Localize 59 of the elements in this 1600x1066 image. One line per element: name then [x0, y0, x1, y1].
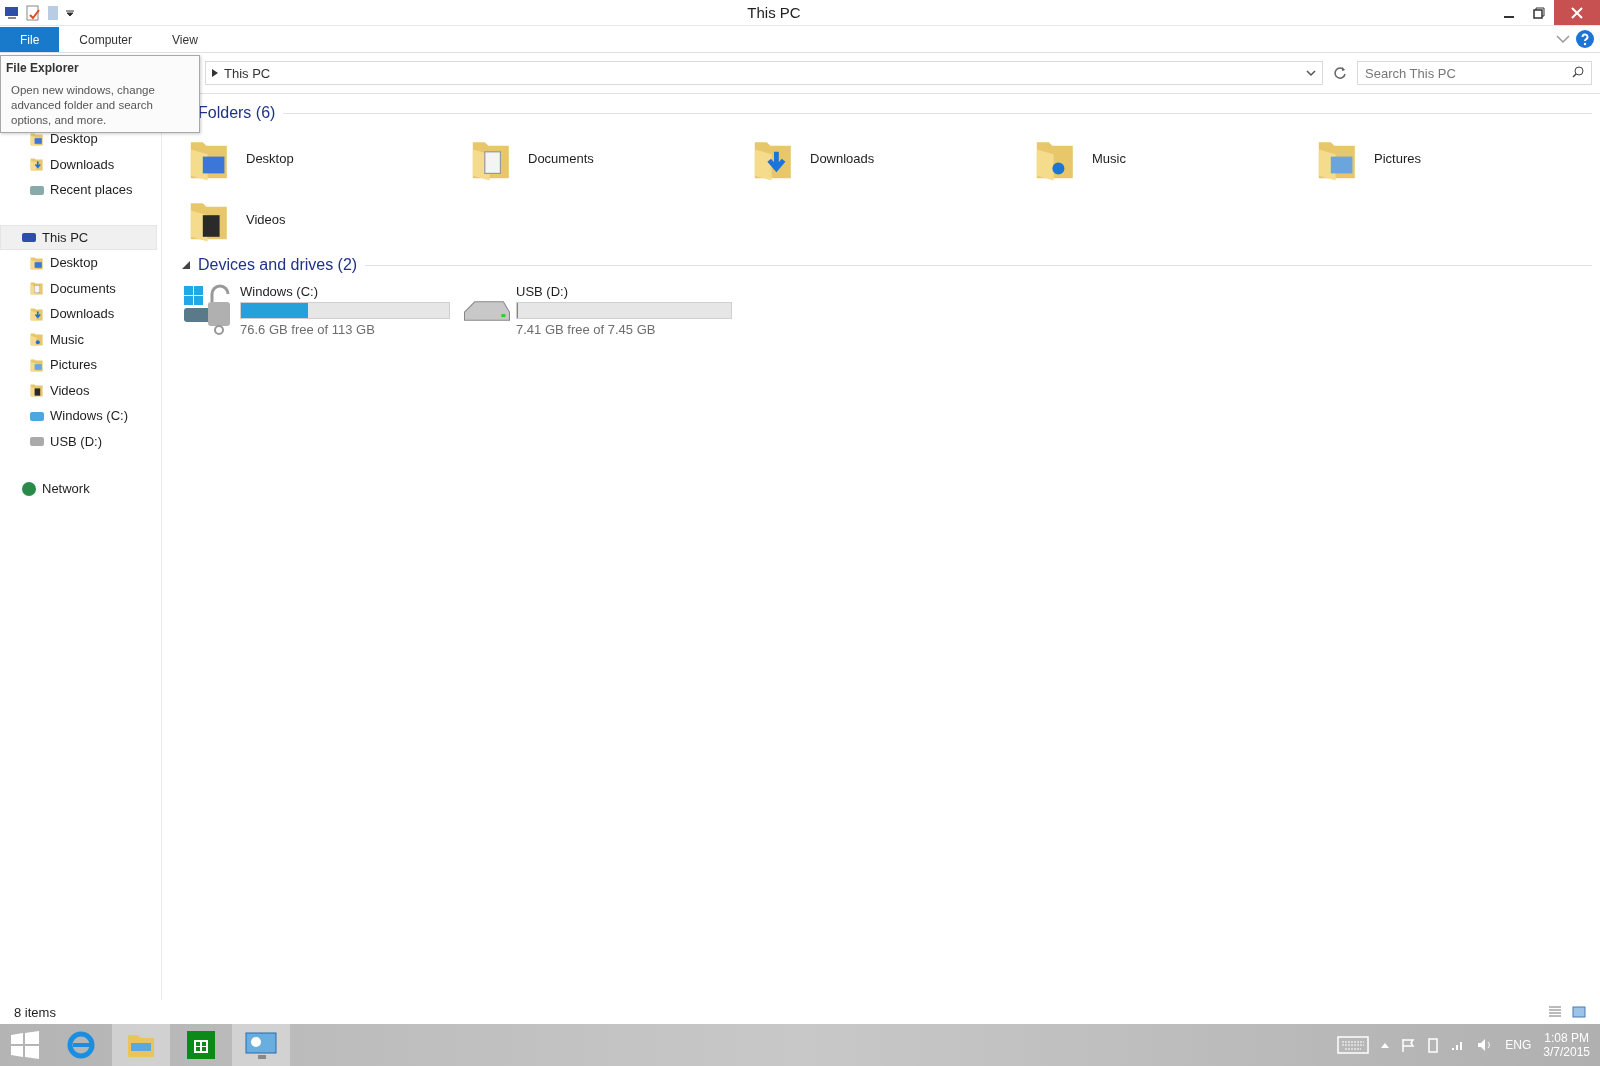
- nav-item[interactable]: Music: [0, 326, 157, 352]
- close-button[interactable]: [1554, 0, 1600, 25]
- search-icon: [1572, 66, 1584, 78]
- close-icon[interactable]: [1571, 6, 1583, 19]
- nav-item[interactable]: Desktop: [0, 126, 157, 152]
- flag-icon[interactable]: [1401, 1038, 1416, 1052]
- folder-tile[interactable]: Videos: [182, 189, 464, 250]
- refresh-icon[interactable]: [1333, 66, 1347, 80]
- search-field[interactable]: Search This PC: [1357, 61, 1592, 85]
- help-icon[interactable]: [1576, 30, 1594, 48]
- drive-tile[interactable]: Windows (C:) 76.6 GB free of 113 GB: [182, 284, 450, 337]
- address-bar[interactable]: This PC: [205, 61, 1323, 85]
- downloads-folder-icon: [29, 156, 45, 173]
- chevron-up-icon[interactable]: [1381, 1042, 1390, 1048]
- nav-item[interactable]: Downloads: [0, 151, 157, 177]
- item-count: 8 items: [14, 1004, 56, 1020]
- details-view-icon[interactable]: [1548, 1005, 1562, 1019]
- window-title: This PC: [746, 4, 802, 21]
- nav-item[interactable]: Pictures: [0, 352, 157, 378]
- restore-icon[interactable]: [1533, 6, 1545, 19]
- nav-item[interactable]: Desktop: [0, 250, 157, 276]
- pictures-folder-icon: [29, 356, 45, 373]
- folder-tile[interactable]: Documents: [464, 128, 746, 189]
- nav-item[interactable]: Videos: [0, 377, 157, 403]
- taskbar-app[interactable]: [232, 1024, 290, 1066]
- nav-item[interactable]: Recent places: [0, 177, 157, 203]
- nav-item[interactable]: Downloads: [0, 301, 157, 327]
- chevron-down-icon[interactable]: [1306, 69, 1316, 77]
- group-header[interactable]: Devices and drives (2): [198, 256, 358, 274]
- folder-tile[interactable]: Desktop: [182, 128, 464, 189]
- nav-item[interactable]: Network: [0, 476, 157, 502]
- folder-tile[interactable]: Music: [1028, 128, 1310, 189]
- desktop-folder-icon: [29, 254, 45, 271]
- nav-item[interactable]: USB (D:): [0, 428, 157, 454]
- ribbon-tab[interactable]: File: [0, 27, 60, 52]
- tooltip-text: Open new windows, change advanced folder and search options, and more.: [10, 83, 156, 128]
- tooltip-title: File Explorer: [6, 61, 80, 75]
- breadcrumb[interactable]: This PC: [224, 65, 271, 81]
- windows-logo-icon[interactable]: [10, 1030, 40, 1060]
- folder-tile[interactable]: Pictures: [1310, 128, 1592, 189]
- music-folder-icon: [29, 331, 45, 348]
- downloads-folder-icon: [29, 305, 45, 322]
- drive-tile[interactable]: USB (D:) 7.41 GB free of 7.45 GB: [464, 284, 732, 337]
- dropdown-icon[interactable]: [66, 8, 74, 17]
- ribbon-tab[interactable]: View: [152, 27, 218, 52]
- desktop-folder-icon: [29, 130, 45, 147]
- nav-item[interactable]: This PC: [0, 224, 157, 250]
- chevron-right-icon: [212, 69, 218, 77]
- large-icons-view-icon[interactable]: [1572, 1005, 1586, 1019]
- browser-icon: [65, 1029, 97, 1061]
- control-panel-icon: [244, 1029, 278, 1061]
- collapse-icon[interactable]: [182, 261, 190, 269]
- properties-icon[interactable]: [26, 4, 40, 21]
- documents-folder-icon: [29, 280, 45, 297]
- folder-tile[interactable]: Downloads: [746, 128, 1028, 189]
- nav-item[interactable]: Windows (C:): [0, 403, 157, 429]
- nav-item[interactable]: Documents: [0, 275, 157, 301]
- ribbon-tab[interactable]: Computer: [59, 27, 153, 52]
- videos-folder-icon: [29, 382, 45, 399]
